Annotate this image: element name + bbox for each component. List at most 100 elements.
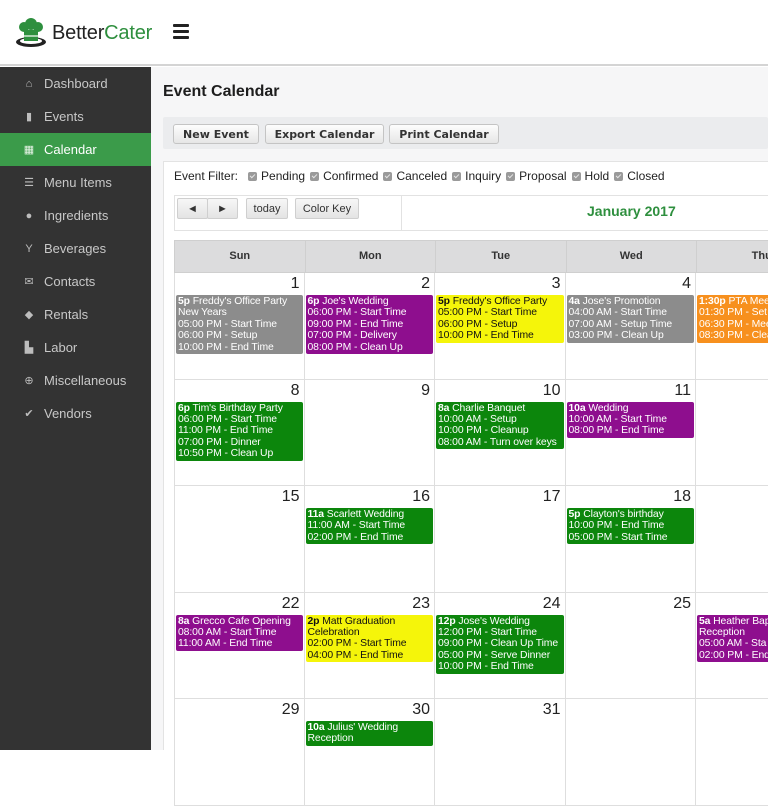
filter-checkbox[interactable] xyxy=(614,171,624,181)
day-cell[interactable] xyxy=(565,699,696,806)
day-number[interactable]: 30 xyxy=(412,701,430,719)
day-cell[interactable]: 10 8a Charlie Banquet 10:00 AM - Setup 10:0… xyxy=(435,379,566,486)
filter-inquiry[interactable]: Inquiry xyxy=(452,169,501,183)
day-cell[interactable]: 16 11a Scarlett Wedding 11:00 AM - Start T… xyxy=(304,486,435,593)
filter-canceled[interactable]: Canceled xyxy=(383,169,447,183)
day-cell[interactable]: 1:30p PTA Mee 01:30 PM - Set 06:30 PM - Me… xyxy=(696,273,768,380)
calendar-event[interactable]: 1:30p PTA Mee 01:30 PM - Set 06:30 PM - Me… xyxy=(697,295,768,343)
sidebar-item-labor[interactable]: ▙ Labor xyxy=(0,331,151,364)
day-number[interactable]: 8 xyxy=(291,382,300,400)
sidebar-item-ingredients[interactable]: ● Ingredients xyxy=(0,199,151,232)
day-number[interactable]: 9 xyxy=(421,382,430,400)
day-number[interactable]: 29 xyxy=(282,701,300,719)
day-cell[interactable]: 5a Heather Bap Reception 05:00 AM - Sta 02:… xyxy=(696,592,768,699)
day-number[interactable]: 23 xyxy=(412,595,430,613)
next-month-button[interactable]: ► xyxy=(207,198,238,219)
sidebar-item-contacts[interactable]: ✉ Contacts xyxy=(0,265,151,298)
filter-hold[interactable]: Hold xyxy=(571,169,609,183)
event-detail-line: 10:00 PM - End Time xyxy=(178,341,274,353)
day-number[interactable]: 16 xyxy=(412,488,430,506)
calendar-event[interactable]: 10a Wedding 10:00 AM - Start Time 08:00 PM… xyxy=(566,401,694,438)
filter-checkbox[interactable] xyxy=(506,171,516,181)
day-number[interactable]: 17 xyxy=(543,488,561,506)
calendar-event[interactable]: 6p Joe's Wedding 06:00 PM - Start Time 09:… xyxy=(305,295,433,355)
day-cell[interactable]: 22 8a Grecco Cafe Opening 08:00 AM - Start… xyxy=(174,592,305,699)
event-title-line: 6p Tim's Birthday Party xyxy=(178,403,302,414)
calendar-event[interactable]: 5p Freddy's Office Party New Years 05:00 P… xyxy=(176,295,303,355)
filter-closed[interactable]: Closed xyxy=(614,169,665,183)
filter-checkbox[interactable] xyxy=(452,171,462,181)
weekday-header: SunMonTueWedThu xyxy=(174,240,768,273)
calendar-event[interactable]: 10a Julius' Wedding Reception xyxy=(305,721,433,746)
day-cell[interactable] xyxy=(696,699,768,806)
day-cell[interactable]: 8 6p Tim's Birthday Party 06:00 PM - Start… xyxy=(174,379,305,486)
day-number[interactable]: 24 xyxy=(543,595,561,613)
day-number[interactable]: 2 xyxy=(421,275,430,293)
day-number[interactable]: 18 xyxy=(673,488,691,506)
day-cell[interactable]: 31 xyxy=(435,699,566,806)
sidebar-item-beverages[interactable]: Y Beverages xyxy=(0,232,151,265)
event-detail-line: Reception xyxy=(699,626,745,638)
day-number[interactable]: 3 xyxy=(552,275,561,293)
sidebar-item-miscellaneous[interactable]: ⊕ Miscellaneous xyxy=(0,364,151,397)
calendar-event[interactable]: 11a Scarlett Wedding 11:00 AM - Start Tim… xyxy=(305,508,433,545)
day-number[interactable]: 4 xyxy=(682,275,691,293)
day-number[interactable]: 11 xyxy=(674,382,691,400)
weekday-mon: Mon xyxy=(306,241,436,272)
filter-checkbox[interactable] xyxy=(248,171,258,181)
day-cell[interactable]: 29 xyxy=(174,699,305,806)
today-button[interactable]: today xyxy=(246,198,288,219)
filter-checkbox[interactable] xyxy=(571,171,581,181)
event-title-line: 5a Heather Bap xyxy=(699,616,768,627)
calendar-event[interactable]: 12p Jose's Wedding 12:00 PM - Start Time 0… xyxy=(436,614,564,674)
filter-checkbox[interactable] xyxy=(383,171,393,181)
day-cell[interactable]: 11 10a Wedding 10:00 AM - Start Time 08:00 … xyxy=(565,379,696,486)
day-cell[interactable]: 1 5p Freddy's Office Party New Years 05:00 … xyxy=(174,273,305,380)
day-cell[interactable] xyxy=(696,379,768,486)
calendar-event[interactable]: 8a Grecco Cafe Opening 08:00 AM - Start T… xyxy=(176,614,303,651)
new-event-button[interactable]: New Event xyxy=(173,124,259,144)
sidebar-item-menu-items[interactable]: ☰ Menu Items xyxy=(0,166,151,199)
day-cell[interactable]: 25 xyxy=(565,592,696,699)
day-number[interactable]: 25 xyxy=(673,595,691,613)
export-calendar-button[interactable]: Export Calendar xyxy=(265,124,384,144)
sidebar-item-rentals[interactable]: ◆ Rentals xyxy=(0,298,151,331)
logo[interactable]: BetterCater xyxy=(14,16,152,50)
day-cell[interactable]: 4 4a Jose's Promotion 04:00 AM - Start Tim… xyxy=(565,273,696,380)
menu-toggle-icon[interactable] xyxy=(173,24,189,39)
day-cell[interactable] xyxy=(696,486,768,593)
sidebar-item-calendar[interactable]: ▦ Calendar xyxy=(0,133,151,166)
day-cell[interactable]: 17 xyxy=(435,486,566,593)
calendar-event[interactable]: 4a Jose's Promotion 04:00 AM - Start Time… xyxy=(566,295,694,343)
calendar-icon: ▦ xyxy=(23,144,35,156)
filter-checkbox[interactable] xyxy=(310,171,320,181)
calendar-event[interactable]: 6p Tim's Birthday Party 06:00 PM - Start … xyxy=(176,401,303,461)
day-number[interactable]: 10 xyxy=(543,382,561,400)
day-cell[interactable]: 15 xyxy=(174,486,305,593)
day-number[interactable]: 31 xyxy=(543,701,561,719)
color-key-button[interactable]: Color Key xyxy=(295,198,359,219)
calendar-event[interactable]: 5p Freddy's Office Party 05:00 PM - Start… xyxy=(436,295,564,343)
sidebar-item-events[interactable]: ▮ Events xyxy=(0,100,151,133)
print-calendar-button[interactable]: Print Calendar xyxy=(389,124,499,144)
day-cell[interactable]: 9 xyxy=(304,379,435,486)
day-cell[interactable]: 24 12p Jose's Wedding 12:00 PM - Start Tim… xyxy=(435,592,566,699)
calendar-event[interactable]: 8a Charlie Banquet 10:00 AM - Setup 10:00 … xyxy=(436,401,564,450)
filter-proposal[interactable]: Proposal xyxy=(506,169,567,183)
day-number[interactable]: 22 xyxy=(282,595,300,613)
day-cell[interactable]: 2 6p Joe's Wedding 06:00 PM - Start Time 09… xyxy=(304,273,435,380)
day-cell[interactable]: 30 10a Julius' Wedding Reception xyxy=(304,699,435,806)
sidebar-item-vendors[interactable]: ✔ Vendors xyxy=(0,397,151,430)
calendar-event[interactable]: 5a Heather Bap Reception 05:00 AM - Sta 02:… xyxy=(697,614,768,663)
day-cell[interactable]: 18 5p Clayton's birthday 10:00 PM - End Ti… xyxy=(565,486,696,593)
calendar-event[interactable]: 2p Matt Graduation Celebration 02:00 PM - … xyxy=(305,614,433,663)
filter-confirmed[interactable]: Confirmed xyxy=(310,169,378,183)
day-number[interactable]: 1 xyxy=(291,275,300,293)
calendar-event[interactable]: 5p Clayton's birthday 10:00 PM - End Time… xyxy=(566,508,694,545)
day-number[interactable]: 15 xyxy=(282,488,300,506)
day-cell[interactable]: 3 5p Freddy's Office Party 05:00 PM - Star… xyxy=(435,273,566,380)
filter-pending[interactable]: Pending xyxy=(248,169,305,183)
day-cell[interactable]: 23 2p Matt Graduation Celebration 02:00 PM … xyxy=(304,592,435,699)
prev-month-button[interactable]: ◄ xyxy=(177,198,208,219)
sidebar-item-dashboard[interactable]: ⌂ Dashboard xyxy=(0,67,151,100)
